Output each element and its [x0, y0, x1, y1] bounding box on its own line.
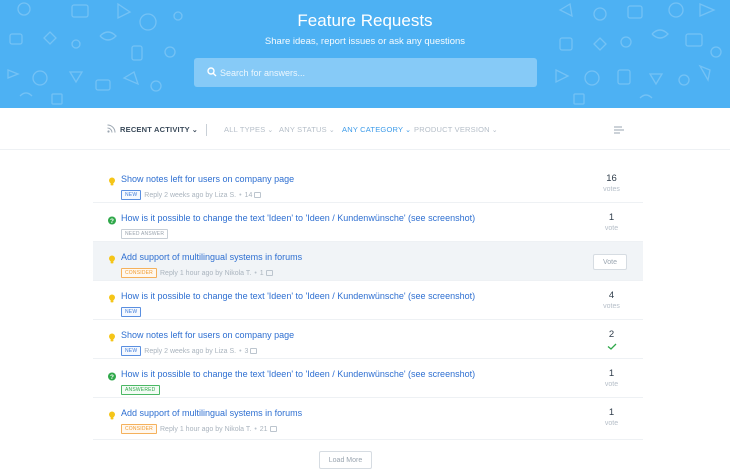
status-badge: CONSIDER [121, 424, 157, 434]
vote-counter[interactable]: 16 votes [593, 173, 630, 193]
item-title[interactable]: Show notes left for users on company pag… [121, 174, 294, 184]
item-meta: NEW Reply 2 weeks ago by Liza S. • 3 [121, 346, 258, 356]
search-input[interactable] [220, 58, 520, 87]
page-title: Feature Requests [297, 11, 433, 30]
list-item[interactable]: ? How is it possible to change the text … [93, 359, 643, 398]
vote-label: vote [604, 225, 619, 232]
status-badge: NEW [121, 307, 142, 317]
vote-label: vote [604, 420, 619, 427]
vote-counter[interactable]: 1 vote [593, 407, 630, 427]
list-item[interactable]: Add support of multilingual systems in f… [93, 398, 643, 440]
filter-divider [206, 124, 207, 136]
item-title[interactable]: How is it possible to change the text 'I… [121, 213, 475, 223]
svg-text:?: ? [110, 374, 114, 381]
rss-icon [107, 124, 116, 133]
status-badge: CONSIDER [121, 268, 157, 278]
status-badge: NEW [121, 346, 142, 356]
vote-count: 16 [606, 173, 617, 184]
item-title[interactable]: How is it possible to change the text 'I… [121, 369, 475, 379]
vote-counter[interactable]: 1 vote [593, 212, 630, 232]
list-item[interactable]: Add support of multilingual systems in f… [93, 242, 643, 281]
item-meta: NEED ANSWER [121, 229, 171, 239]
item-reply-info: Reply 2 weeks ago by Liza S. [144, 192, 237, 199]
list-item[interactable]: Show notes left for users on company pag… [93, 164, 643, 203]
vote-label: vote [604, 381, 619, 388]
vote-count: 4 [608, 290, 615, 301]
lightbulb-icon [109, 333, 115, 342]
item-meta: ANSWERED [121, 385, 163, 395]
vote-counter[interactable]: 4 votes [593, 290, 630, 310]
question-icon: ? [108, 216, 116, 225]
chevron-down-icon: ⌄ [191, 127, 198, 134]
header-banner: Feature Requests Share ideas, report iss… [0, 0, 730, 108]
recent-activity-label: RECENT ACTIVITY [120, 125, 190, 134]
lightbulb-icon [109, 177, 115, 186]
item-meta: CONSIDER Reply 1 hour ago by Nikola T. • 1 [121, 268, 273, 278]
chevron-down-icon: ⌄ [405, 127, 412, 134]
vote-label: votes [603, 303, 620, 310]
item-meta: NEW [121, 307, 144, 317]
voted-check-icon [607, 343, 616, 350]
comment-count: 21 [259, 426, 268, 433]
vote-count: 1 [608, 212, 615, 223]
lightbulb-icon [109, 411, 115, 420]
lightbulb-icon [109, 294, 115, 303]
item-reply-info: Reply 2 weeks ago by Liza S. [144, 348, 237, 355]
item-title[interactable]: How is it possible to change the text 'I… [121, 291, 475, 301]
chevron-down-icon: ⌄ [267, 127, 274, 134]
all-types-filter[interactable]: ALL TYPES ⌄ [224, 125, 273, 134]
comment-count: 1 [259, 270, 264, 277]
any-status-label: ANY STATUS [279, 125, 327, 134]
svg-text:?: ? [110, 218, 114, 225]
item-title[interactable]: Add support of multilingual systems in f… [121, 408, 302, 418]
vote-counter[interactable]: 1 vote [593, 368, 630, 388]
vote-count: 1 [608, 368, 615, 379]
any-status-filter[interactable]: ANY STATUS ⌄ [279, 125, 335, 134]
question-icon: ? [108, 372, 116, 381]
status-badge: NEED ANSWER [121, 229, 169, 239]
item-title[interactable]: Add support of multilingual systems in f… [121, 252, 302, 262]
item-title[interactable]: Show notes left for users on company pag… [121, 330, 294, 340]
product-version-filter[interactable]: PRODUCT VERSION ⌄ [414, 125, 498, 134]
lightbulb-icon [109, 255, 115, 264]
any-category-label: ANY CATEGORY [342, 125, 404, 134]
list-item[interactable]: ? How is it possible to change the text … [93, 203, 643, 242]
chevron-down-icon: ⌄ [491, 127, 498, 134]
any-category-filter[interactable]: ANY CATEGORY ⌄ [342, 125, 411, 134]
comment-icon [265, 270, 273, 276]
item-reply-info: Reply 1 hour ago by Nikola T. [160, 426, 252, 433]
vote-counter[interactable]: 2 [593, 329, 630, 350]
search-icon [207, 67, 217, 77]
status-badge: ANSWERED [121, 385, 160, 395]
comment-icon [250, 348, 258, 354]
item-meta: CONSIDER Reply 1 hour ago by Nikola T. • 21 [121, 424, 277, 434]
vote-count: 2 [608, 329, 615, 340]
product-version-label: PRODUCT VERSION [414, 125, 490, 134]
item-reply-info: Reply 1 hour ago by Nikola T. [160, 270, 252, 277]
vote-label: votes [603, 186, 620, 193]
chevron-down-icon: ⌄ [328, 127, 335, 134]
load-more-button[interactable]: Load More [319, 451, 372, 469]
comment-icon [269, 426, 277, 432]
status-badge: NEW [121, 190, 142, 200]
list-item[interactable]: Show notes left for users on company pag… [93, 320, 643, 359]
page-subtitle: Share ideas, report issues or ask any qu… [264, 36, 466, 47]
search-box[interactable] [194, 58, 537, 87]
vote-button[interactable]: Vote [593, 254, 627, 270]
list-item[interactable]: How is it possible to change the text 'I… [93, 281, 643, 320]
comment-count: 14 [244, 192, 253, 199]
vote-count: 1 [608, 407, 615, 418]
sort-icon[interactable] [613, 125, 625, 135]
all-types-label: ALL TYPES [224, 125, 266, 134]
item-meta: NEW Reply 2 weeks ago by Liza S. • 14 [121, 190, 262, 200]
recent-activity-filter[interactable]: RECENT ACTIVITY ⌄ [107, 124, 198, 134]
comment-icon [254, 192, 262, 198]
comment-count: 3 [244, 348, 249, 355]
